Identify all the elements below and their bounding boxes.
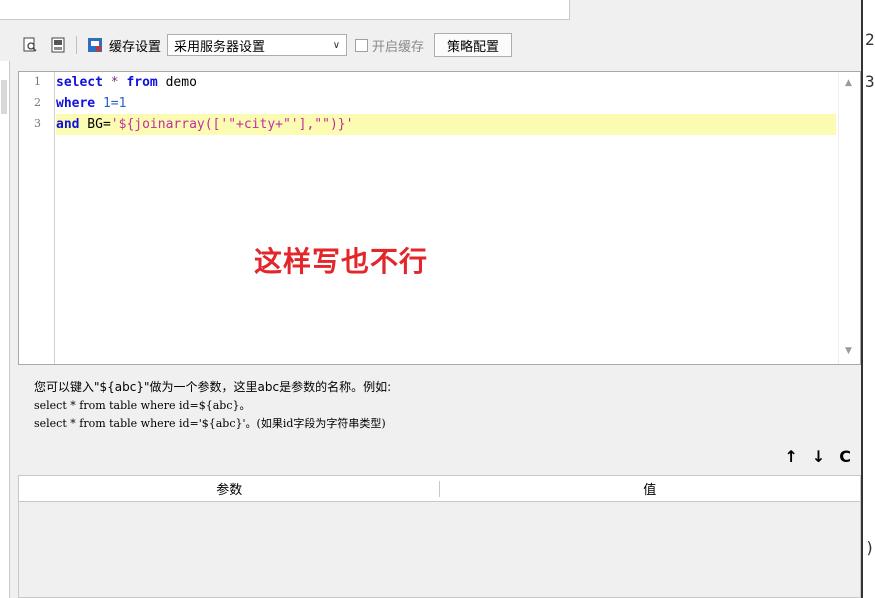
move-down-icon[interactable]: ↓ — [812, 447, 825, 466]
left-panel-edge — [0, 27, 12, 598]
number-token: 1=1 — [95, 96, 127, 111]
plain-token: demo — [157, 75, 197, 90]
code-line-current: and BG='${joinarray(['"+city+"'],"")}' — [56, 114, 836, 135]
keyword-token: select — [56, 75, 103, 90]
line-number-gutter: 1 2 3 — [19, 72, 55, 364]
cache-settings-label: 缓存设置 — [109, 39, 162, 55]
enable-cache-checkbox[interactable]: 开启缓存 — [355, 36, 424, 55]
sql-icon[interactable] — [48, 35, 68, 55]
hint-example: select * from table where id='${abc}'。(如… — [34, 417, 386, 430]
refresh-icon[interactable]: C — [839, 447, 851, 466]
annotation-text: 这样写也不行 — [254, 245, 429, 278]
line-number: 2 — [34, 96, 41, 109]
right-panel-edge: 2 3 ) — [861, 0, 875, 598]
chevron-down-icon: ∨ — [332, 39, 341, 51]
code-line: select * from demo — [56, 72, 836, 93]
cache-settings-icon[interactable] — [85, 35, 105, 55]
param-actions: ↑ ↓ C — [784, 447, 851, 466]
right-glyph: 2 — [865, 30, 875, 49]
string-token: '${joinarray(['"+city+"'],"")}' — [110, 117, 354, 132]
editor-scrollbar[interactable]: ▲ ▼ — [838, 72, 860, 364]
hint-example: select * from table where id=${abc}。 — [34, 399, 251, 412]
preview-icon[interactable] — [20, 35, 40, 55]
underlying-window-strip — [0, 0, 875, 27]
scroll-up-icon[interactable]: ▲ — [845, 78, 852, 88]
parameters-table: 参数 值 — [18, 475, 861, 598]
left-panel — [0, 61, 10, 598]
operator-token: * — [102, 75, 127, 90]
left-panel-scrollbar[interactable] — [1, 80, 7, 114]
cache-mode-select[interactable]: 采用服务器设置 ∨ — [167, 34, 348, 56]
code-line: where 1=1 — [56, 93, 836, 114]
scroll-down-icon[interactable]: ▼ — [845, 346, 852, 356]
column-header-param[interactable]: 参数 — [19, 476, 440, 501]
right-glyph: ) — [865, 538, 875, 557]
hint-line: 您可以键入"${abc}"做为一个参数，这里abc是参数的名称。例如: — [34, 380, 392, 394]
toolbar: 缓存设置 采用服务器设置 ∨ 开启缓存 策略配置 — [12, 31, 861, 59]
line-number: 3 — [34, 117, 41, 130]
policy-config-button[interactable]: 策略配置 — [434, 33, 513, 57]
sql-editor[interactable]: 1 2 3 select * from demo where 1=1 and B… — [18, 71, 861, 365]
parameters-table-header: 参数 值 — [19, 476, 860, 502]
right-glyph: 3 — [865, 72, 875, 91]
line-number: 1 — [34, 75, 41, 88]
sql-dataset-dialog: 缓存设置 采用服务器设置 ∨ 开启缓存 策略配置 1 2 3 select * … — [12, 27, 861, 598]
keyword-token: and — [56, 117, 80, 132]
keyword-token: where — [56, 96, 96, 111]
checkbox-box[interactable] — [355, 38, 369, 52]
toolbar-separator — [76, 36, 77, 54]
parameter-hint: 您可以键入"${abc}"做为一个参数，这里abc是参数的名称。例如: sele… — [34, 377, 391, 433]
keyword-token: from — [126, 75, 158, 90]
column-header-value[interactable]: 值 — [440, 476, 861, 501]
background-input — [0, 0, 570, 20]
code-area[interactable]: select * from demo where 1=1 and BG='${j… — [56, 72, 836, 364]
cache-mode-value: 采用服务器设置 — [174, 39, 266, 55]
move-up-icon[interactable]: ↑ — [784, 447, 797, 466]
plain-token: BG= — [79, 117, 111, 132]
enable-cache-label: 开启缓存 — [372, 39, 425, 55]
